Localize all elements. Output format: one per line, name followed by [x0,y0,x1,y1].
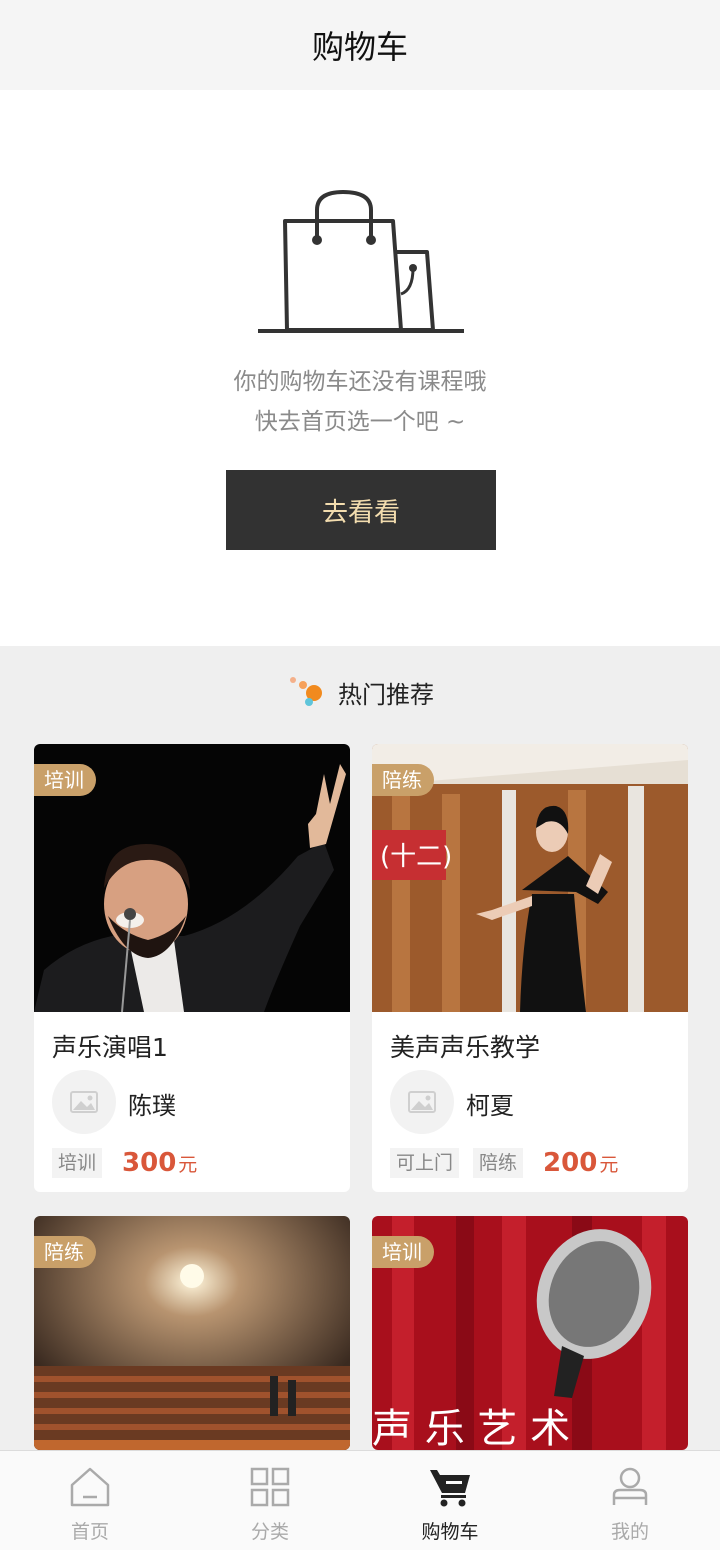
course-tags: 可上门 陪练 200 元 [390,1148,618,1178]
course-price: 200 [543,1148,598,1178]
tab-label: 购物车 [421,1521,479,1543]
page-title: 购物车 [311,28,408,66]
tab-cart[interactable]: 购物车 [360,1451,540,1550]
image-placeholder-icon [408,1091,436,1113]
course-title: 声乐演唱1 [52,1033,168,1062]
tab-label: 分类 [250,1521,289,1543]
tab-label: 我的 [610,1521,649,1543]
cart-icon [430,1470,470,1507]
course-tags: 培训 300 元 [52,1148,197,1178]
course-title: 美声声乐教学 [390,1033,541,1062]
tab-profile[interactable]: 我的 [540,1451,720,1550]
course-tag: 培训 [52,1148,103,1178]
course-card[interactable]: 培训 声乐演唱1 陈璞 培训 300 元 [34,744,350,1192]
empty-message-line1: 你的购物车还没有课程哦 [233,369,487,395]
bottom-tabbar: 首页 分类 购物车 我的 [0,1450,720,1550]
course-price: 300 [122,1148,177,1178]
course-card[interactable]: (十二) 陪练 美声声乐教学 柯夏 可上门 陪练 200 元 [372,744,688,1192]
price-unit: 元 [178,1153,198,1176]
teacher-name: 柯夏 [466,1092,514,1120]
teacher-avatar [390,1070,454,1134]
recommend-title: 热门推荐 [338,680,434,709]
top-navbar: 购物车 [0,0,720,90]
teacher-avatar [52,1070,116,1134]
course-card[interactable]: 声 乐 艺 术 培训 [372,1216,688,1450]
course-type-badge: 培训 [372,1236,434,1268]
image-text: 声 乐 艺 术 [372,1406,570,1450]
image-placeholder-icon [70,1091,98,1113]
category-icon [250,1467,290,1507]
empty-cart-section: 你的购物车还没有课程哦 快去首页选一个吧 ~ 去看看 [0,90,720,646]
tab-home[interactable]: 首页 [0,1451,180,1550]
course-tag: 陪练 [473,1148,524,1178]
dots-icon [286,672,326,712]
price-unit: 元 [599,1153,619,1176]
tab-label: 首页 [70,1521,109,1543]
profile-icon [612,1467,648,1505]
course-type-badge: 培训 [34,764,96,796]
course-type-badge: 陪练 [372,764,434,796]
shopping-bag-icon [255,186,467,336]
go-browse-button[interactable]: 去看看 [226,470,496,550]
tab-category[interactable]: 分类 [180,1451,360,1550]
course-type-badge: 陪练 [34,1236,96,1268]
teacher-name: 陈璞 [128,1092,176,1120]
home-icon [70,1467,110,1507]
course-tag: 可上门 [390,1148,460,1178]
course-card[interactable]: 陪练 [34,1216,350,1450]
svg-text:(十二): (十二) [380,842,452,872]
empty-message-line2: 快去首页选一个吧 ~ [254,409,466,435]
recommend-header: 热门推荐 [0,662,720,722]
